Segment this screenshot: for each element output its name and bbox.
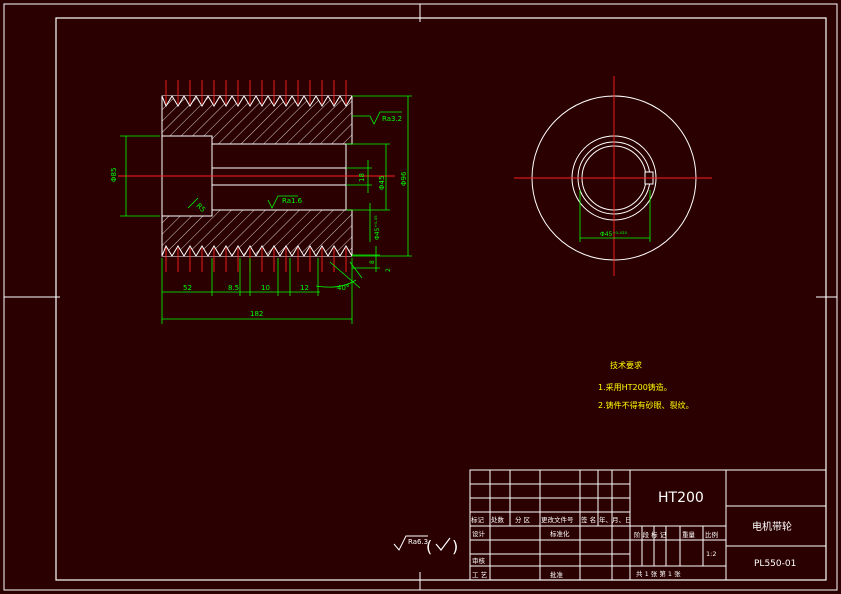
dim-total: 182 [250,310,263,318]
design-label: 设计 [472,529,486,538]
rev-count: 处数 [491,515,505,524]
drawing-number: PL550-01 [754,559,796,569]
material-value: HT200 [658,490,704,506]
svg-text:): ) [452,537,458,556]
roughness-top: Ra3.2 [382,115,402,123]
dim-10: 10 [261,284,270,292]
dim-outer-dia: Φ96 [400,171,408,186]
general-roughness: Ra6.3 ( ) [393,535,458,556]
trim-frame [3,3,838,591]
roughness-mid: Ra1.6 [282,197,303,205]
review-label: 审核 [472,556,486,565]
side-view: Φ45⁺⁰·⁰²⁵ [514,76,712,276]
dim-8: 8 [369,260,376,264]
dim-tolerance: Φ45⁺⁰·⁰⁵ [374,215,381,240]
dim-8-5: 8.5 [228,284,239,292]
dim-left-dia: Φ85 [110,168,118,182]
rev-date: 年、月、日 [599,515,632,524]
scale-label: 比例 [705,530,718,539]
cad-drawing-canvas[interactable]: Φ85 52 8.5 10 12 182 Φ96 Φ45 18 R5 Ra3.2… [0,0,841,594]
stage-label: 阶 段 标 记 [634,530,667,539]
rev-mark: 标记 [471,515,485,524]
scale-value: 1:2 [706,550,716,558]
rev-zone: 分 区 [515,515,531,524]
dim-2: 2 [385,268,392,272]
weight-label: 重量 [682,531,696,539]
dim-chamfer: R5 [195,202,207,214]
drawing-svg: Φ85 52 8.5 10 12 182 Φ96 Φ45 18 R5 Ra3.2… [3,3,838,591]
dim-angle: 40° [337,284,349,292]
centering-marks [4,4,837,590]
notes-title: 技术要求 [610,360,642,370]
notes-line-2: 2.铸件不得有砂眼、裂纹。 [598,400,694,410]
dim-section-dia: Φ45⁺⁰·⁰²⁵ [600,231,628,238]
notes-line-1: 1.采用HT200铸造。 [598,382,672,392]
dim-12: 12 [300,284,309,292]
dim-52: 52 [183,284,192,292]
part-name: 电机带轮 [752,520,792,533]
approve-label: 批准 [550,570,564,579]
sheet-info: 共 1 张 第 1 张 [636,569,681,578]
technical-notes: 技术要求 1.采用HT200铸造。 2.铸件不得有砂眼、裂纹。 [598,360,694,410]
process-label: 工 艺 [472,571,488,579]
front-section-view [118,80,395,272]
rev-doc: 更改文件号 [541,515,574,524]
svg-text:(: ( [426,537,432,556]
dim-18: 18 [358,173,366,182]
standardize-label: 标准化 [550,529,570,538]
rev-sign: 签 名 [581,515,596,524]
dim-bore-dia: Φ45 [378,176,386,190]
